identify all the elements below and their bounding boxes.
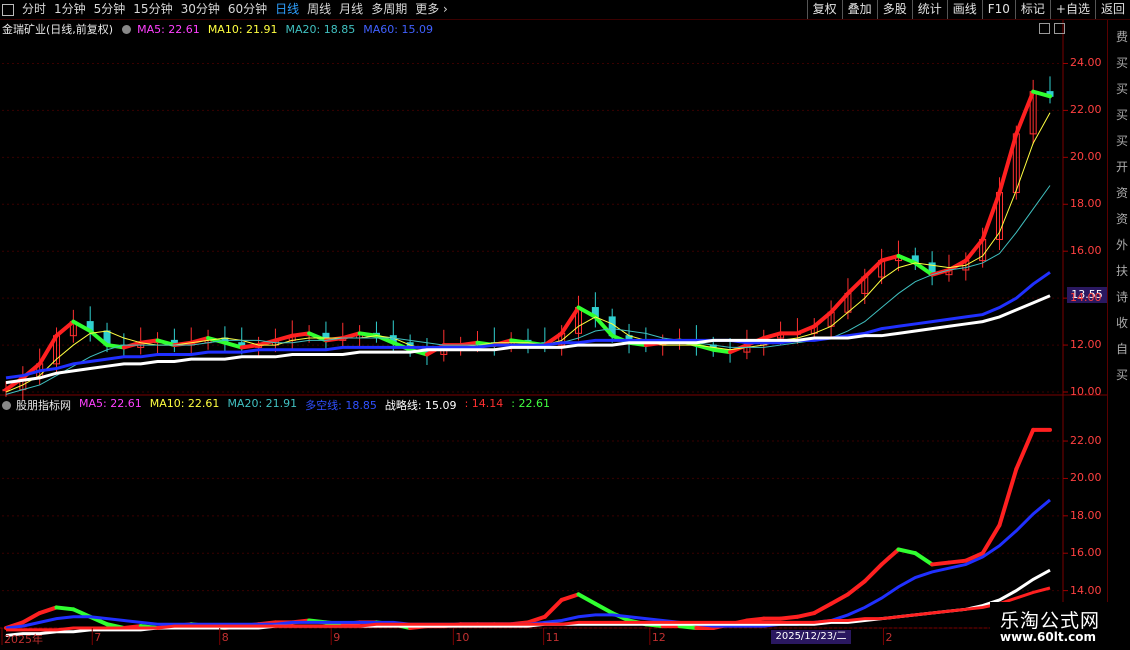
ma5-segment: [997, 467, 1019, 528]
side-char-13: 买: [1116, 368, 1129, 382]
ma5-segment: [829, 592, 850, 606]
side-char-10: 诗: [1116, 290, 1129, 304]
settings-dot-icon[interactable]: [122, 24, 132, 34]
ma5-segment: [290, 331, 312, 338]
side-char-1: 买: [1116, 56, 1129, 70]
sub-title: 股朋指标网: [16, 399, 71, 412]
series-line-2: [5, 185, 1051, 395]
main-indicator-0: MA5: 22.61: [137, 22, 200, 36]
y-tick-label: 24.00: [1070, 56, 1102, 70]
x-tick-label-2: 8: [221, 631, 229, 644]
x-tick-label-7: 2: [885, 631, 893, 644]
panel-toggle-icon[interactable]: [1039, 23, 1050, 34]
sub-indicator-3: 多空线: 18.85: [305, 399, 377, 412]
x-tick-label-0: 2025年: [4, 633, 43, 646]
main-indicator-3: MA60: 15.09: [363, 22, 433, 36]
side-char-8: 外: [1116, 238, 1129, 252]
sub-indicator-6: : 22.61: [511, 397, 550, 410]
x-tick-label-1: 7: [94, 631, 102, 644]
ma5-segment: [1014, 427, 1036, 472]
ma5-segment: [946, 558, 968, 565]
x-tick-label-5: 11: [545, 631, 560, 644]
ma5-segment: [913, 551, 935, 567]
y-tick-label: 18.00: [1070, 197, 1102, 211]
ma5-segment: [879, 547, 901, 567]
ma5-segment: [20, 611, 42, 625]
y-tick-label: 14.00: [1070, 291, 1102, 305]
ma5-segment: [812, 601, 834, 616]
ma5-segment: [862, 562, 884, 584]
ma5-segment: [778, 614, 800, 621]
y-tick-label: 10.00: [1070, 385, 1102, 398]
ma5-segment: [744, 616, 766, 623]
ma5-segment: [795, 611, 817, 619]
side-char-4: 买: [1116, 134, 1129, 148]
side-char-12: 自: [1116, 342, 1129, 356]
ma5-segment: [593, 601, 615, 616]
ma5-segment: [711, 347, 733, 355]
y-tick-label: 20.00: [1070, 471, 1102, 485]
kline-chart: [0, 20, 1107, 645]
y-tick-label: 16.00: [1070, 244, 1102, 258]
main-indicator-2: MA20: 18.85: [285, 22, 356, 36]
side-char-2: 买: [1116, 82, 1129, 96]
y-tick-label: 18.00: [1070, 508, 1102, 522]
ma5-segment: [357, 331, 379, 338]
sub-indicator-list: MA5: 22.61 MA10: 22.61 MA20: 21.91 多空线: 18.…: [79, 397, 558, 413]
ma5-segment: [559, 592, 581, 602]
ma5-segment: [677, 624, 699, 630]
side-char-3: 买: [1116, 108, 1129, 122]
sub-indicator-0: MA5: 22.61: [79, 397, 142, 410]
side-char-0: 费: [1116, 30, 1129, 44]
sub-indicator-5: : 14.14: [464, 397, 504, 410]
x-tick-label-3: 9: [333, 631, 341, 644]
cursor-date-tag: 2025/12/23/二: [771, 630, 851, 644]
side-char-5: 开: [1116, 160, 1129, 174]
main-indicator-list: MA5: 22.61 MA10: 21.91 MA20: 18.85 MA60: 15…: [137, 23, 441, 36]
sub-indicator-1: MA10: 22.61: [149, 397, 220, 410]
ma5-segment: [845, 579, 867, 597]
series-line-1: [5, 498, 1051, 630]
side-char-7: 资: [1116, 212, 1129, 226]
y-tick-label: 14.00: [1070, 583, 1102, 597]
watermark-url: www.60lt.com: [1000, 630, 1097, 644]
y-tick-label: 16.00: [1070, 546, 1102, 560]
sub-settings-dot-icon[interactable]: [2, 400, 11, 410]
stock-title: 金瑞矿业(日线,前复权): [2, 23, 114, 36]
sub-title-row: 股朋指标网 MA5: 22.61 MA10: 22.61 MA20: 21.91 多空…: [2, 397, 558, 413]
y-tick-label: 22.00: [1070, 434, 1102, 448]
sub-indicator-2: MA20: 21.91: [227, 397, 298, 410]
y-tick-label: 12.00: [1070, 338, 1102, 352]
sub-indicator-4: 战略线: 15.09: [384, 399, 457, 412]
side-char-6: 资: [1116, 186, 1129, 200]
x-tick-label-4: 10: [455, 631, 470, 644]
ma5-segment: [576, 592, 598, 606]
main-indicator-1: MA10: 21.91: [207, 22, 278, 36]
side-char-11: 收: [1116, 316, 1129, 330]
side-char-9: 扶: [1116, 264, 1129, 278]
panel-expand-icon[interactable]: [1054, 23, 1065, 34]
ma5-segment: [930, 560, 951, 567]
right-side-panel: 费买买买买开资资外扶诗收自买: [1107, 20, 1130, 630]
ma5-segment: [896, 547, 918, 556]
watermark: 乐淘公式网 www.60lt.com: [990, 602, 1130, 650]
y-tick-label: 20.00: [1070, 150, 1102, 164]
y-tick-label: 22.00: [1070, 103, 1102, 117]
x-tick-label-6: 12: [651, 631, 666, 644]
ma5-segment: [37, 605, 59, 616]
ma5-segment: [542, 597, 564, 619]
panel-icons: [1039, 23, 1069, 34]
ma5-segment: [54, 605, 76, 612]
watermark-title: 乐淘公式网: [1000, 610, 1101, 632]
main-title-row: 金瑞矿业(日线,前复权) MA5: 22.61 MA10: 21.91 MA20: …: [2, 21, 441, 37]
ma5-segment: [138, 338, 160, 345]
ma5-segment: [239, 343, 261, 350]
